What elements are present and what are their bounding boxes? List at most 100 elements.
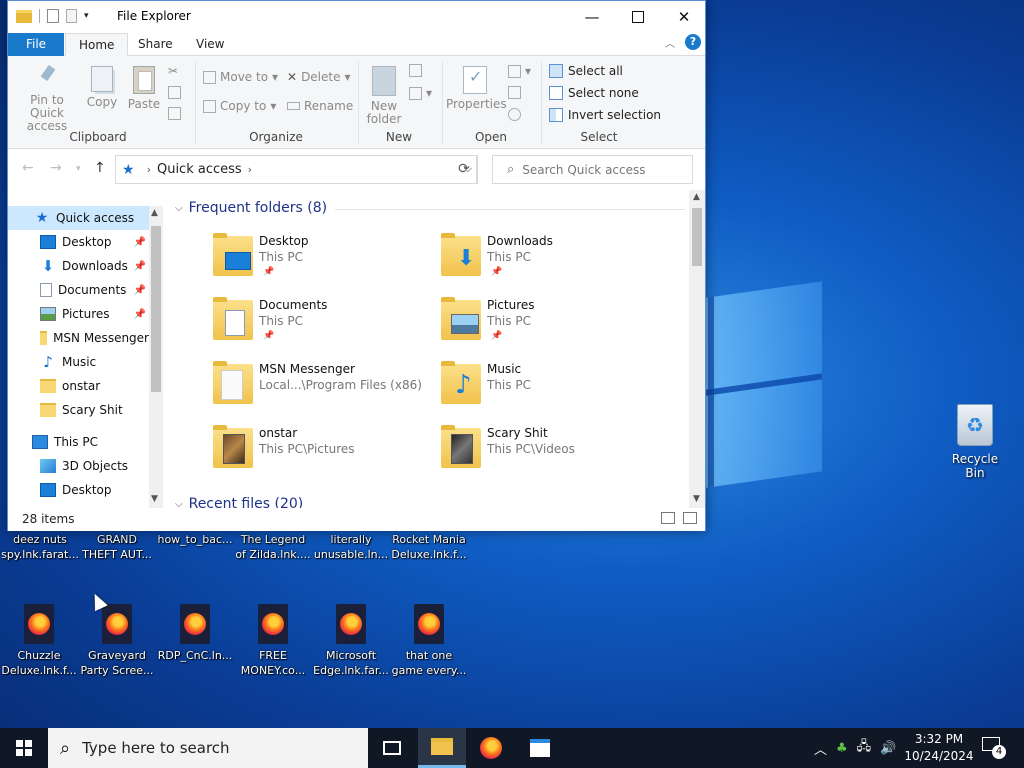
customize-qat-chevron-icon[interactable]: ▾ bbox=[84, 11, 89, 21]
large-icons-view-icon[interactable] bbox=[683, 512, 697, 524]
properties-button[interactable]: Properties bbox=[446, 66, 507, 111]
nav-label: Downloads bbox=[62, 259, 128, 273]
desktop-icon[interactable]: Graveyard Party Scree... bbox=[78, 604, 156, 678]
scroll-thumb[interactable] bbox=[151, 226, 161, 392]
new-folder-button[interactable]: New folder bbox=[364, 66, 404, 126]
nav-item-downloads[interactable]: ⬇ Downloads 📌 bbox=[8, 254, 149, 278]
network-people-icon[interactable]: ♣ bbox=[836, 741, 848, 756]
up-arrow-icon[interactable]: ↑ bbox=[94, 160, 106, 176]
properties-qat-icon[interactable] bbox=[47, 9, 59, 23]
select-all-button[interactable]: Select all bbox=[549, 64, 623, 78]
folder-tile-onstar[interactable]: onstar This PC\Pictures bbox=[213, 424, 433, 486]
history-button[interactable] bbox=[508, 108, 521, 121]
content-scrollbar[interactable]: ▲ ▼ bbox=[689, 190, 705, 508]
address-bar[interactable]: ★ › Quick access › ⌵ bbox=[115, 155, 477, 184]
recent-files-header[interactable]: ⌵ Recent files (20) bbox=[175, 496, 303, 508]
file-explorer-icon bbox=[431, 738, 453, 755]
network-icon[interactable]: 🖧 bbox=[857, 737, 872, 759]
nav-item-3d-objects[interactable]: 3D Objects bbox=[8, 454, 149, 478]
collapse-ribbon-icon[interactable]: ︿ bbox=[665, 35, 675, 50]
folder-tile-downloads[interactable]: ⬇ Downloads This PC 📌 bbox=[441, 232, 661, 294]
search-placeholder: Search Quick access bbox=[522, 162, 646, 177]
nav-item-desktop[interactable]: Desktop 📌 bbox=[8, 230, 149, 254]
pin-to-quick-access-button[interactable]: Pin to Quick access bbox=[14, 66, 80, 133]
tab-file[interactable]: File bbox=[8, 33, 64, 56]
show-hidden-icons-chevron-icon[interactable]: ︿ bbox=[814, 739, 827, 758]
paste-shortcut-button[interactable] bbox=[168, 107, 181, 120]
select-group-label: Select bbox=[580, 130, 618, 144]
delete-button[interactable]: ✕ Delete ▾ bbox=[287, 70, 351, 84]
desktop-icon[interactable]: FREE MONEY.co... bbox=[234, 604, 312, 678]
rename-button[interactable]: Rename bbox=[287, 99, 353, 113]
folder-tile-scary-shit[interactable]: Scary Shit This PC\Videos bbox=[441, 424, 661, 486]
close-button[interactable]: ✕ bbox=[661, 1, 707, 32]
nav-item-pictures[interactable]: Pictures 📌 bbox=[8, 302, 149, 326]
scroll-down-icon[interactable]: ▼ bbox=[151, 494, 158, 504]
copy-to-button[interactable]: Copy to ▾ bbox=[203, 99, 276, 113]
title-bar[interactable]: ▾ File Explorer — ✕ bbox=[8, 1, 705, 32]
invert-selection-button[interactable]: Invert selection bbox=[549, 108, 661, 122]
recycle-bin[interactable]: Recycle Bin bbox=[945, 404, 1005, 480]
taskbar-notepad[interactable] bbox=[516, 728, 564, 768]
nav-item-scary-shit[interactable]: Scary Shit bbox=[8, 398, 149, 422]
taskbar-search-box[interactable]: ⌕ Type here to search bbox=[48, 728, 368, 768]
nav-item-quick-access[interactable]: ★ Quick access bbox=[8, 206, 149, 230]
desktop-icon[interactable]: Chuzzle Deluxe.lnk.f... bbox=[0, 604, 78, 678]
nav-pane-scrollbar[interactable]: ▲ ▼ bbox=[149, 206, 163, 508]
notification-center-button[interactable]: 4 bbox=[982, 737, 1006, 759]
search-box[interactable]: ⌕ Search Quick access bbox=[492, 155, 693, 184]
copy-path-button[interactable] bbox=[168, 86, 181, 99]
easy-access-button[interactable]: ▾ bbox=[409, 86, 432, 100]
move-to-button[interactable]: Move to ▾ bbox=[203, 70, 278, 84]
desktop-folder-icon bbox=[40, 235, 56, 249]
breadcrumb-quick-access[interactable]: Quick access bbox=[157, 162, 242, 177]
clock[interactable]: 3:32 PM 10/24/2024 bbox=[903, 731, 975, 765]
folder-tile-music[interactable]: ♪ Music This PC bbox=[441, 360, 661, 422]
desktop-icon[interactable]: RDP_CnC.ln... bbox=[156, 604, 234, 663]
select-none-button[interactable]: Select none bbox=[549, 86, 639, 100]
scroll-down-icon[interactable]: ▼ bbox=[693, 494, 700, 504]
cut-button[interactable]: ✂ bbox=[168, 64, 178, 78]
taskbar-file-explorer[interactable] bbox=[418, 728, 466, 768]
refresh-button[interactable]: ⟳ bbox=[451, 155, 478, 184]
nav-item-msn-messenger[interactable]: MSN Messenger bbox=[8, 326, 149, 350]
frequent-folders-header[interactable]: ⌵ Frequent folders (8) bbox=[175, 200, 327, 216]
tab-home[interactable]: Home bbox=[65, 33, 129, 56]
open-button[interactable]: ▾ bbox=[508, 64, 531, 78]
volume-icon[interactable]: 🔊 bbox=[880, 741, 896, 756]
back-arrow-icon[interactable]: ← bbox=[22, 160, 34, 176]
details-view-icon[interactable] bbox=[661, 512, 675, 524]
minimize-button[interactable]: — bbox=[569, 1, 615, 32]
folder-tile-desktop[interactable]: Desktop This PC 📌 bbox=[213, 232, 433, 294]
tab-share[interactable]: Share bbox=[125, 33, 186, 56]
folder-tile-documents[interactable]: Documents This PC 📌 bbox=[213, 296, 433, 358]
nav-item-documents[interactable]: Documents 📌 bbox=[8, 278, 149, 302]
delete-x-icon: ✕ bbox=[287, 70, 298, 84]
nav-item-onstar[interactable]: onstar bbox=[8, 374, 149, 398]
forward-arrow-icon[interactable]: → bbox=[50, 160, 62, 176]
maximize-button[interactable] bbox=[615, 1, 661, 32]
desktop-icon[interactable]: that one game every... bbox=[390, 604, 468, 678]
folder-tile-pictures[interactable]: Pictures This PC 📌 bbox=[441, 296, 661, 358]
copy-button[interactable]: Copy bbox=[84, 66, 120, 109]
folder-tile-msn-messenger[interactable]: MSN Messenger Local...\Program Files (x8… bbox=[213, 360, 433, 422]
scroll-up-icon[interactable]: ▲ bbox=[151, 208, 158, 218]
nav-item-this-pc[interactable]: This PC bbox=[8, 430, 149, 454]
scroll-up-icon[interactable]: ▲ bbox=[693, 192, 700, 202]
task-view-button[interactable] bbox=[368, 728, 416, 768]
edit-button[interactable] bbox=[508, 86, 521, 99]
nav-item-music[interactable]: ♪ Music bbox=[8, 350, 149, 374]
3d-objects-icon bbox=[40, 459, 56, 473]
help-icon[interactable]: ? bbox=[685, 34, 701, 50]
new-item-button[interactable] bbox=[409, 64, 422, 77]
tab-view[interactable]: View bbox=[183, 33, 237, 56]
recent-locations-chevron-icon[interactable]: ▾ bbox=[76, 164, 81, 174]
start-button[interactable] bbox=[0, 728, 48, 768]
new-folder-qat-icon[interactable] bbox=[66, 9, 77, 23]
folder-name: MSN Messenger bbox=[259, 362, 355, 376]
scroll-thumb[interactable] bbox=[692, 208, 702, 266]
taskbar-firefox[interactable] bbox=[467, 728, 515, 768]
desktop-icon[interactable]: Microsoft Edge.lnk.far... bbox=[312, 604, 390, 678]
paste-button[interactable]: Paste bbox=[126, 66, 162, 111]
nav-item-desktop-pc[interactable]: Desktop bbox=[8, 478, 149, 502]
